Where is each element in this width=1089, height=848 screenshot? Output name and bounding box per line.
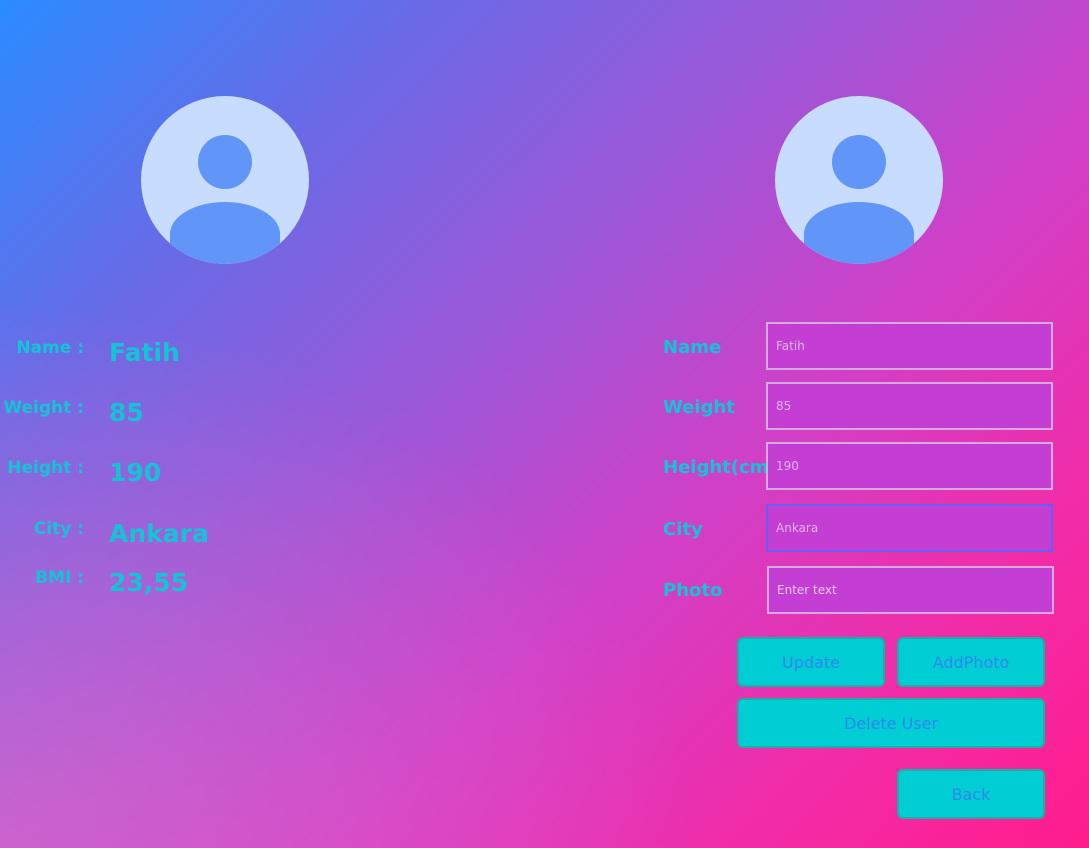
profile-city-value: Ankara xyxy=(109,519,209,548)
back-button[interactable]: Back xyxy=(897,769,1045,819)
avatar-body xyxy=(170,202,280,264)
update-button[interactable]: Update xyxy=(737,637,885,687)
name-input[interactable] xyxy=(766,322,1053,370)
height-input[interactable] xyxy=(766,442,1053,490)
avatar-head xyxy=(198,135,252,189)
edit-avatar-icon xyxy=(775,96,943,264)
profile-weight-label: Weight : xyxy=(3,398,84,418)
profile-weight-value: 85 xyxy=(109,398,144,427)
profile-avatar-icon xyxy=(141,96,309,264)
profile-height-value: 190 xyxy=(109,458,162,487)
profile-height-label: Height : xyxy=(7,458,84,478)
weight-input[interactable] xyxy=(766,382,1053,430)
add-photo-button[interactable]: AddPhoto xyxy=(897,637,1045,687)
city-input[interactable] xyxy=(766,504,1053,552)
avatar-head xyxy=(832,135,886,189)
profile-city-label: City : xyxy=(33,519,84,539)
edit-name-label: Name xyxy=(663,337,722,358)
edit-weight-label: Weight xyxy=(663,397,735,418)
profile-name-value: Fatih xyxy=(109,338,180,367)
profile-bmi-value: 23,55 xyxy=(109,568,189,597)
edit-photo-label: Photo xyxy=(663,580,723,601)
avatar-body xyxy=(804,202,914,264)
edit-city-label: City xyxy=(663,519,703,540)
delete-user-button[interactable]: Delete User xyxy=(737,698,1045,748)
profile-name-label: Name : xyxy=(16,338,84,358)
profile-bmi-label: BMI : xyxy=(35,568,84,588)
edit-height-label: Height(cm) xyxy=(663,457,777,478)
photo-input[interactable] xyxy=(767,566,1054,614)
